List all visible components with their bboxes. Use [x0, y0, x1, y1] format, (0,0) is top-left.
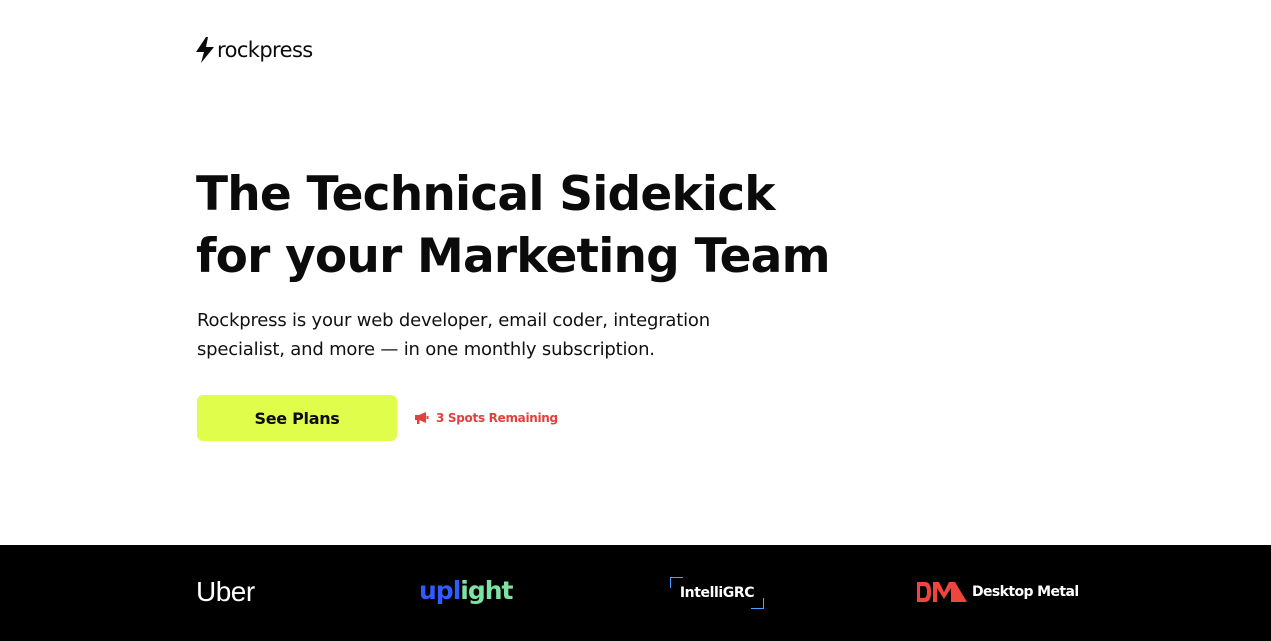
logo-text: rockpress — [217, 38, 313, 62]
lightning-bolt-icon — [196, 37, 214, 63]
uber-logo: Uber — [196, 576, 255, 608]
hero-subtitle-line-1: Rockpress is your web developer, email c… — [197, 310, 710, 331]
hero-subtitle: Rockpress is your web developer, email c… — [197, 306, 797, 364]
intelligrc-logo: IntelliGRC — [670, 577, 764, 609]
intelligrc-corner-top-left — [670, 577, 683, 588]
uplight-logo-text-c: ght — [467, 576, 514, 605]
spots-remaining-badge: 3 Spots Remaining — [415, 409, 558, 427]
rockpress-logo[interactable]: rockpress — [196, 37, 313, 63]
hero-subtitle-line-2: specialist, and more — in one monthly su… — [197, 339, 655, 360]
intelligrc-logo-text: IntelliGRC — [679, 585, 755, 601]
desktop-metal-logo-text: Desktop Metal — [972, 584, 1079, 600]
uplight-logo: upl i ght — [419, 575, 513, 607]
hero-title: The Technical Sidekick for your Marketin… — [196, 164, 831, 288]
megaphone-icon — [415, 412, 429, 424]
page: rockpress The Technical Sidekick for you… — [0, 0, 1271, 641]
uplight-logo-text-a: upl — [419, 576, 461, 605]
intelligrc-corner-bottom-right — [751, 598, 764, 609]
client-logos-band: Uber upl i ght IntelliGRC Desktop Metal — [0, 545, 1271, 641]
uplight-logo-text-b: i — [460, 576, 469, 605]
uber-logo-text: Uber — [196, 576, 255, 607]
hero-title-line-2: for your Marketing Team — [196, 229, 831, 284]
desktop-metal-mark-icon — [917, 582, 967, 602]
hero-title-line-1: The Technical Sidekick — [196, 167, 776, 222]
spots-remaining-text: 3 Spots Remaining — [436, 411, 558, 425]
desktop-metal-logo: Desktop Metal — [917, 582, 1079, 602]
see-plans-button[interactable]: See Plans — [197, 395, 397, 441]
